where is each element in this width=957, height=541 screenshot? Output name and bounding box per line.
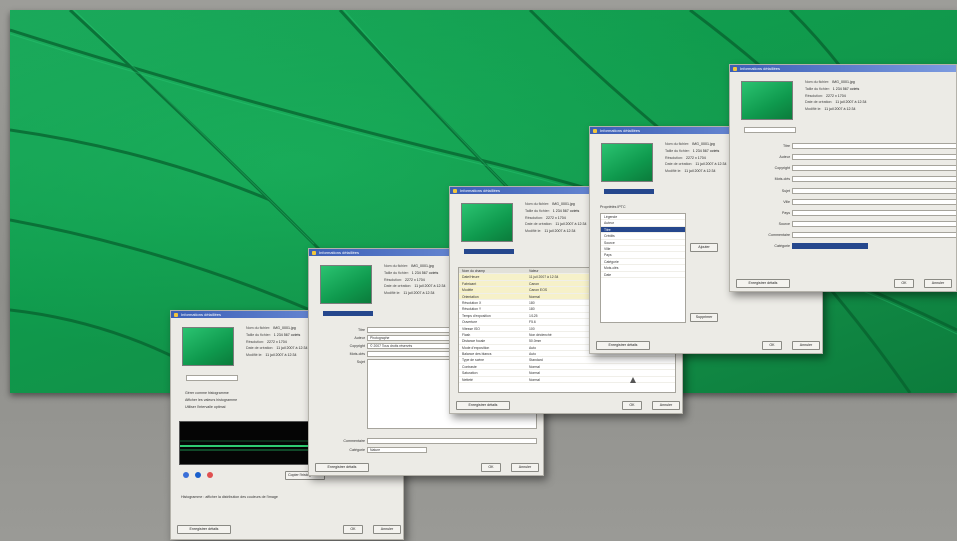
label-title: Titre xyxy=(357,328,365,332)
ok-button[interactable]: OK xyxy=(622,401,642,410)
image-thumbnail xyxy=(741,81,793,120)
label-copyright: Copyright xyxy=(774,166,790,170)
file-info: Nom du fichier: IMG_0001.jpg Taille du fi… xyxy=(246,326,308,358)
view-select[interactable] xyxy=(186,375,238,381)
table-row[interactable]: Netteté Normal xyxy=(459,377,675,384)
histogram-note: Histogramme : afficher la distribution d… xyxy=(181,495,278,499)
blue-channel-dot[interactable] xyxy=(207,472,213,478)
green-channel-dot[interactable] xyxy=(195,472,201,478)
category-select[interactable] xyxy=(792,243,868,249)
section-selector[interactable] xyxy=(604,189,654,194)
section-selector[interactable] xyxy=(323,311,373,316)
ok-button[interactable]: OK xyxy=(762,341,782,350)
title-field[interactable] xyxy=(792,143,956,149)
label-comment: Commentaire xyxy=(343,439,365,443)
save-details-button[interactable]: Enregistrer détails xyxy=(596,341,650,350)
iptc-list[interactable]: Légende Auteur Titre Crédits Source Vill… xyxy=(600,213,686,323)
file-info: Nom du fichier: IMG_0001.jpg Taille du fi… xyxy=(665,142,727,174)
category-select[interactable]: Nature xyxy=(367,447,427,453)
label-keywords: Mots-clés xyxy=(349,352,365,356)
section-selector[interactable] xyxy=(464,249,514,254)
label-copyright: Copyright xyxy=(349,344,365,348)
source-field[interactable] xyxy=(792,221,956,227)
label-category: Catégorie xyxy=(774,244,790,248)
add-button[interactable]: Ajouter xyxy=(690,243,718,252)
label-subject: Sujet xyxy=(356,360,365,364)
image-thumbnail xyxy=(601,143,653,182)
label-category: Catégorie xyxy=(349,448,365,452)
cancel-button[interactable]: Annuler xyxy=(373,525,401,534)
save-details-button[interactable]: Enregistrer détails xyxy=(315,463,369,472)
label-country: Pays xyxy=(782,211,790,215)
red-channel-dot[interactable] xyxy=(183,472,189,478)
label-source: Source xyxy=(778,222,790,226)
list-item[interactable]: Date xyxy=(601,272,685,278)
comment-field[interactable] xyxy=(792,232,956,238)
dialog-iptc-edit: Informations détaillées Nom du fichier: I… xyxy=(729,64,957,292)
label-author: Auteur xyxy=(779,155,790,159)
remove-button[interactable]: Supprimer xyxy=(690,313,718,322)
label-title: Titre xyxy=(782,144,790,148)
cancel-button[interactable]: Annuler xyxy=(792,341,820,350)
country-field[interactable] xyxy=(792,210,956,216)
label-author: Auteur xyxy=(354,336,365,340)
subject-field[interactable] xyxy=(792,188,956,194)
cancel-button[interactable]: Annuler xyxy=(924,279,952,288)
save-details-button[interactable]: Enregistrer détails xyxy=(736,279,790,288)
label-comment: Commentaire xyxy=(768,233,790,237)
image-thumbnail xyxy=(461,203,513,242)
image-thumbnail xyxy=(182,327,234,366)
list-title: Propriétés IPTC xyxy=(600,205,626,209)
view-select[interactable] xyxy=(744,127,796,133)
mouse-cursor-icon xyxy=(630,377,636,383)
dialog-title: Informations détaillées xyxy=(730,65,956,72)
ok-button[interactable]: OK xyxy=(343,525,363,534)
file-info: Nom du fichier: IMG_0001.jpg Taille du fi… xyxy=(384,264,446,296)
image-thumbnail xyxy=(320,265,372,304)
copyright-field[interactable] xyxy=(792,165,956,171)
cancel-button[interactable]: Annuler xyxy=(511,463,539,472)
city-field[interactable] xyxy=(792,199,956,205)
label-city: Ville xyxy=(783,200,790,204)
ok-button[interactable]: OK xyxy=(481,463,501,472)
save-details-button[interactable]: Enregistrer détails xyxy=(177,525,231,534)
cancel-button[interactable]: Annuler xyxy=(652,401,680,410)
ok-button[interactable]: OK xyxy=(894,279,914,288)
save-details-button[interactable]: Enregistrer détails xyxy=(456,401,510,410)
option-c[interactable]: Utiliser l'intervalle optimal xyxy=(185,405,225,409)
keywords-field[interactable] xyxy=(792,176,956,182)
comment-field[interactable] xyxy=(367,438,537,444)
file-info: Nom du fichier: IMG_0001.jpg Taille du fi… xyxy=(525,202,587,234)
file-info: Nom du fichier: IMG_0001.jpg Taille du fi… xyxy=(805,80,867,112)
author-field[interactable] xyxy=(792,154,956,160)
option-b[interactable]: Afficher les valeurs histogramme xyxy=(185,398,237,402)
label-keywords: Mots-clés xyxy=(774,177,790,181)
label-subject: Sujet xyxy=(781,189,790,193)
option-a[interactable]: Gérer comme histogramme xyxy=(185,391,229,395)
